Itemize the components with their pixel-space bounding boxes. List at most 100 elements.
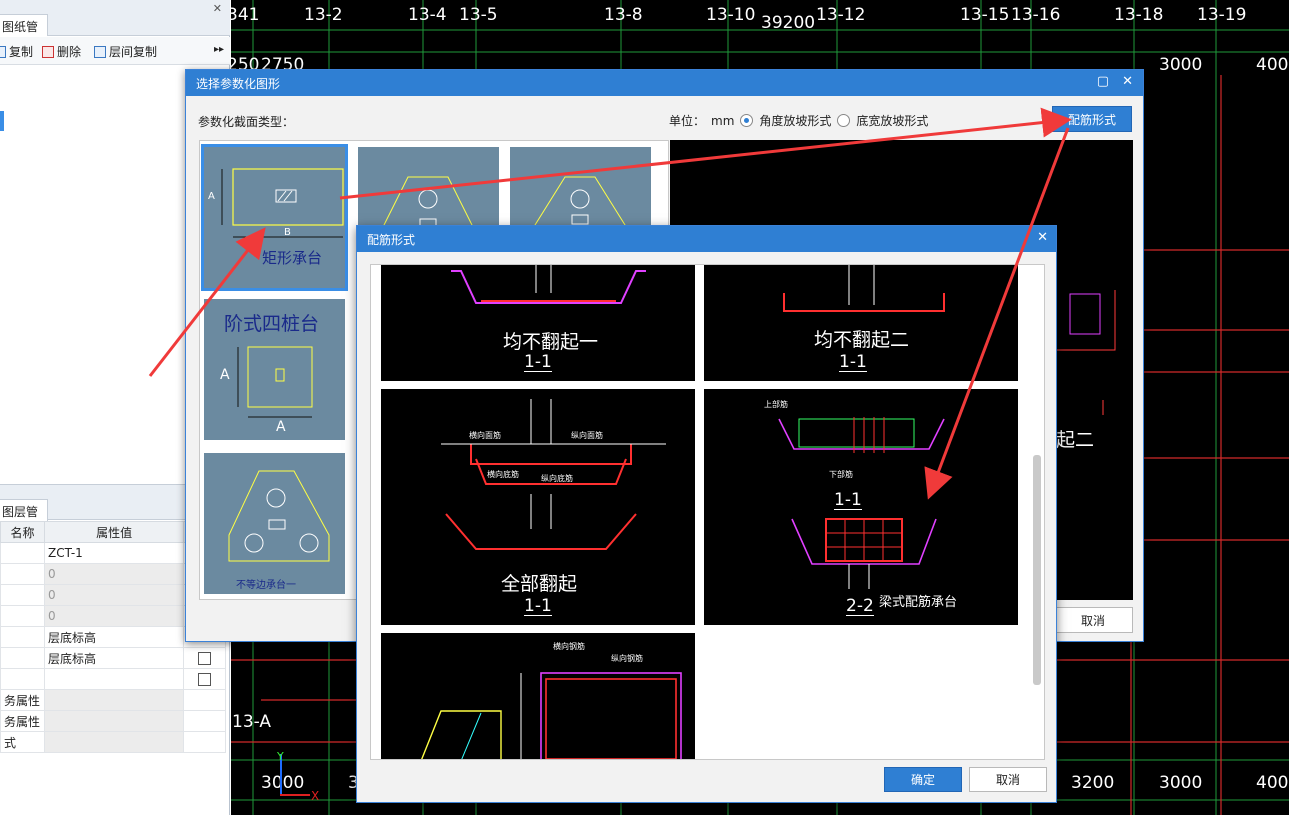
- card-all-bend[interactable]: 横向面筋 纵向面筋 横向底筋 纵向底筋 全部翻起 1-1: [381, 389, 695, 625]
- dim-label: 3200: [1071, 773, 1115, 793]
- row-name: [0, 605, 45, 627]
- row-name: [0, 563, 45, 585]
- floor-copy-button[interactable]: 层间复制: [94, 43, 157, 60]
- card-name: 梁式配筋承台: [879, 595, 958, 610]
- row-value: 0: [43, 584, 185, 606]
- card-beam-rebar-cap[interactable]: 上部筋 下部筋 1-1 2-2 梁式配筋承台: [704, 389, 1018, 625]
- row-checkbox[interactable]: [198, 652, 212, 665]
- delete-icon: [42, 45, 54, 58]
- card-section: 1-1: [524, 596, 552, 616]
- card-section: 1-1: [524, 352, 552, 372]
- row-value[interactable]: [43, 668, 185, 690]
- axis-label: 13-2: [304, 5, 343, 25]
- table-row[interactable]: 式: [0, 731, 226, 753]
- tab-layer-manager[interactable]: 图层管理: [0, 499, 48, 536]
- rebar-label: 横向面筋: [469, 431, 501, 440]
- delete-button[interactable]: 删除: [42, 43, 81, 60]
- table-row[interactable]: [0, 668, 226, 690]
- row-extra: [183, 689, 226, 711]
- rebar-form-label: 配筋形式: [1067, 112, 1116, 127]
- dim-label: 3000: [1159, 55, 1203, 75]
- panel-toolbar: 复制 删除 层间复制 ▸▸: [0, 37, 230, 65]
- side-axis-label: 13-A: [232, 712, 272, 732]
- maximize-icon[interactable]: ▢: [1097, 74, 1109, 89]
- copy-button[interactable]: 复制: [0, 43, 33, 60]
- ok-button[interactable]: 确定: [884, 767, 962, 792]
- close-icon[interactable]: ✕: [1122, 74, 1133, 89]
- rebar-label: 横向底筋: [487, 470, 519, 479]
- close-icon[interactable]: ✕: [213, 2, 222, 15]
- angle-slope-radio[interactable]: [740, 114, 754, 127]
- dim-a: A: [208, 191, 215, 202]
- drawing-manager-tabbar: 图纸管理 ✕: [0, 0, 230, 51]
- row-checkbox[interactable]: [198, 673, 212, 686]
- dim-label: 4000: [1256, 773, 1289, 793]
- close-icon[interactable]: ✕: [1037, 230, 1048, 245]
- dialog-title: 配筋形式: [367, 233, 416, 247]
- floor-copy-icon: [94, 45, 106, 58]
- dialog-titlebar[interactable]: 配筋形式: [357, 226, 1056, 252]
- card-name: 均不翻起一: [503, 331, 599, 353]
- thumb-unequal-cap[interactable]: 不等边承台一: [204, 453, 345, 594]
- card-no-bend-1[interactable]: 均不翻起一 1-1: [381, 265, 695, 381]
- column-value: 属性值: [43, 521, 185, 543]
- ucs-x-axis: [280, 794, 310, 796]
- bottom-width-slope-label[interactable]: 底宽放坡形式: [856, 112, 928, 129]
- axis-label: 13-12: [816, 5, 866, 25]
- tab-drawing-manager[interactable]: 图纸管理: [0, 14, 48, 51]
- cancel-button[interactable]: 取消: [969, 767, 1047, 792]
- rebar-label: 纵向钢筋: [611, 654, 643, 663]
- row-name: 务属性: [0, 689, 45, 711]
- cancel-button[interactable]: 取消: [1053, 607, 1133, 633]
- row-name: [0, 626, 45, 648]
- axis-label: 13-19: [1197, 5, 1247, 25]
- row-extra: [183, 710, 226, 732]
- axis-label: 341: [231, 5, 260, 25]
- thumb-rect-cap[interactable]: A B 矩形承台: [201, 144, 348, 291]
- row-name: [0, 584, 45, 606]
- row-value[interactable]: ZCT-1: [43, 542, 185, 564]
- table-row[interactable]: 务属性: [0, 689, 226, 711]
- dim-a: A: [220, 367, 230, 383]
- unit-group: 单位： mm 角度放坡形式 底宽放坡形式: [669, 112, 928, 129]
- rebar-form-button[interactable]: 配筋形式: [1052, 106, 1132, 132]
- axis-label: 13-8: [604, 5, 643, 25]
- bottom-width-slope-radio[interactable]: [837, 114, 851, 127]
- dialog-titlebar[interactable]: 选择参数化图形: [186, 70, 1143, 96]
- copy-label: 复制: [9, 45, 34, 59]
- rebar-label: 横向钢筋: [553, 642, 585, 651]
- table-row[interactable]: 务属性: [0, 710, 226, 732]
- row-value[interactable]: 层底标高: [43, 647, 185, 669]
- delete-label: 删除: [57, 45, 82, 59]
- axis-label: 13-5: [459, 5, 498, 25]
- thumb-stepped-four-pile[interactable]: 阶式四桩台 A A: [204, 299, 345, 440]
- angle-slope-label[interactable]: 角度放坡形式: [759, 112, 831, 129]
- row-name: [0, 542, 45, 564]
- preview-text: 起二: [1056, 429, 1095, 451]
- card-beam-rebar-2[interactable]: 横向钢筋 纵向钢筋: [381, 633, 695, 759]
- cancel-label: 取消: [995, 773, 1020, 787]
- card-name: 均不翻起二: [814, 329, 910, 351]
- table-row[interactable]: 层底标高: [0, 647, 226, 669]
- row-value[interactable]: 层底标高: [43, 626, 185, 648]
- axis-label: 13-10: [706, 5, 756, 25]
- thumb-caption: 不等边承台一: [236, 580, 296, 591]
- dim-label: 3000: [261, 773, 305, 793]
- more-icon[interactable]: ▸▸: [214, 44, 224, 55]
- tree-selection[interactable]: [0, 111, 4, 131]
- card-no-bend-2[interactable]: 均不翻起二 1-1: [704, 265, 1018, 381]
- card-section-1: 1-1: [834, 490, 862, 510]
- scrollbar[interactable]: [1033, 455, 1041, 685]
- unequal-cap-drawing: [228, 470, 330, 562]
- rebar-label: 纵向面筋: [571, 431, 603, 440]
- ucs-x-label: X: [311, 789, 320, 803]
- axis-label: 13-18: [1114, 5, 1164, 25]
- rebar-label: 纵向底筋: [541, 474, 573, 483]
- rebar-form-gallery: 均不翻起一 1-1 均不翻起二 1-1 横向面筋 纵向面筋 横向底筋 纵向底筋 …: [370, 264, 1045, 760]
- row-name: [0, 647, 45, 669]
- floor-copy-label: 层间复制: [109, 45, 158, 59]
- ucs-y-label: Y: [277, 750, 284, 763]
- axis-label: 13-4: [408, 5, 447, 25]
- copy-icon: [0, 45, 6, 58]
- rebar-label: 上部筋: [764, 400, 788, 409]
